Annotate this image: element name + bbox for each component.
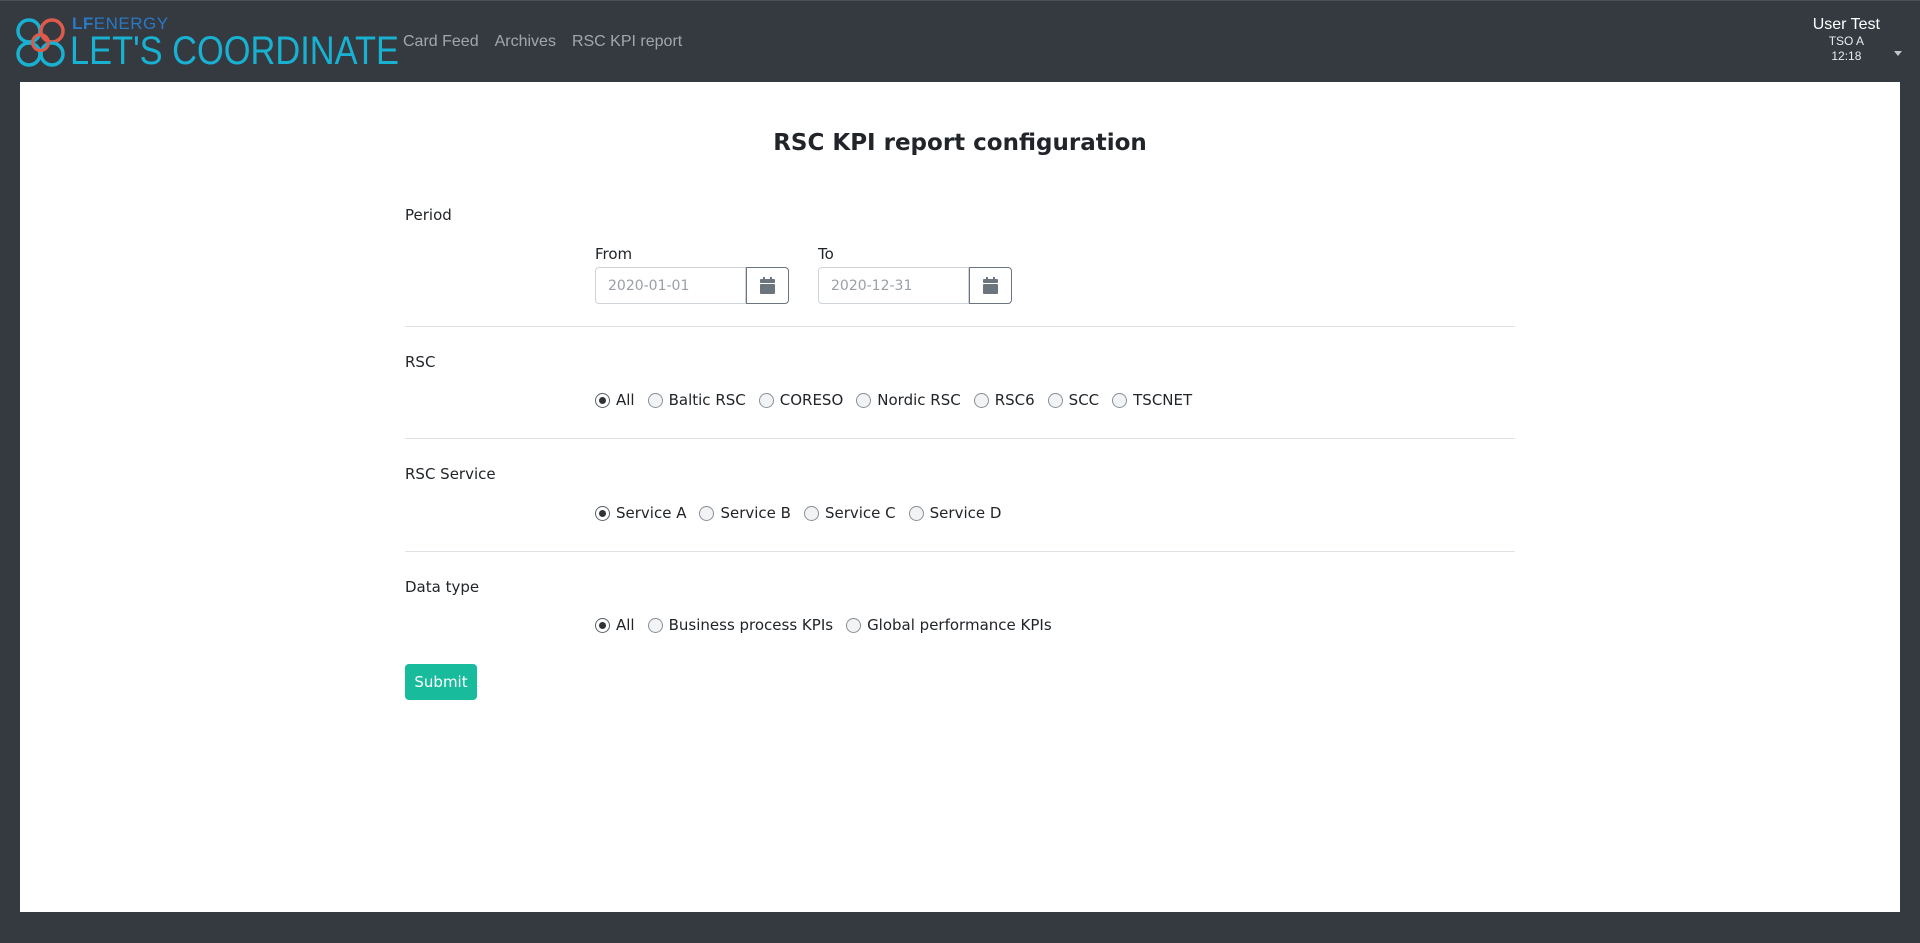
- radio-unchecked[interactable]: [908, 505, 924, 521]
- service-option-b[interactable]: Service B: [699, 503, 791, 523]
- clock-time: 12:18: [1831, 49, 1862, 63]
- submit-button[interactable]: Submit: [405, 664, 477, 700]
- rsc-option-scc[interactable]: SCC: [1047, 390, 1099, 410]
- app-wordmark: LET'S COORDINATE: [70, 29, 399, 73]
- section-divider: [405, 326, 1515, 327]
- rsc-option-coreso[interactable]: CORESO: [758, 390, 843, 410]
- rsc-option-nordic-rsc[interactable]: Nordic RSC: [856, 390, 961, 410]
- rsc-label: RSC: [405, 353, 436, 371]
- date-to-calendar-button[interactable]: [969, 267, 1012, 304]
- radio-unchecked[interactable]: [647, 392, 663, 408]
- user-name: User Test: [1812, 16, 1880, 33]
- rsc-option-all[interactable]: All: [595, 390, 635, 410]
- radio-unchecked[interactable]: [1112, 392, 1128, 408]
- logo-rings-icon: [16, 18, 65, 67]
- rsc-option-rsc6[interactable]: RSC6: [973, 390, 1035, 410]
- date-from-label: From: [595, 245, 633, 263]
- radio-unchecked[interactable]: [856, 392, 872, 408]
- radio-checked[interactable]: [595, 392, 610, 408]
- rsc-radio-group: All Baltic RSC CORESO Nordic RSC RSC6 SC…: [595, 390, 1205, 410]
- date-to-group: To: [818, 244, 1012, 304]
- page-title: RSC KPI report configuration: [773, 130, 1147, 156]
- main-nav: Card Feed Archives RSC KPI report: [403, 31, 682, 53]
- date-to-label: To: [818, 245, 834, 263]
- user-menu[interactable]: User Test TSO A 12:18: [1813, 15, 1880, 64]
- radio-checked[interactable]: [595, 505, 610, 521]
- section-divider: [405, 551, 1515, 552]
- radio-unchecked[interactable]: [973, 392, 989, 408]
- nav-archives[interactable]: Archives: [495, 31, 556, 53]
- radio-unchecked[interactable]: [846, 617, 862, 633]
- date-from-calendar-button[interactable]: [746, 267, 789, 304]
- rsc-option-tscnet[interactable]: TSCNET: [1112, 390, 1192, 410]
- navbar: LFENERGY LET'S COORDINATE Card Feed Arch…: [0, 0, 1920, 82]
- radio-unchecked[interactable]: [803, 505, 819, 521]
- service-radio-group: Service A Service B Service C Service D: [595, 503, 1014, 523]
- lets-coordinate-logo[interactable]: LFENERGY LET'S COORDINATE: [14, 15, 399, 71]
- data-type-option-global-performance[interactable]: Global performance KPIs: [846, 615, 1052, 635]
- radio-unchecked[interactable]: [647, 617, 663, 633]
- radio-unchecked[interactable]: [758, 392, 774, 408]
- date-from-input[interactable]: [595, 267, 746, 304]
- nav-card-feed[interactable]: Card Feed: [403, 31, 479, 53]
- data-type-label: Data type: [405, 578, 480, 596]
- radio-checked[interactable]: [595, 617, 610, 633]
- rsc-service-label: RSC Service: [405, 465, 496, 483]
- service-option-d[interactable]: Service D: [908, 503, 1001, 523]
- user-entity: TSO A: [1828, 34, 1865, 48]
- date-to-input[interactable]: [818, 267, 969, 304]
- caret-down-icon[interactable]: [1894, 51, 1902, 56]
- data-type-option-business-process[interactable]: Business process KPIs: [647, 615, 833, 635]
- section-divider: [405, 438, 1515, 439]
- date-from-group: From: [595, 244, 789, 304]
- main-content: RSC KPI report configuration Period From…: [20, 82, 1900, 912]
- service-option-c[interactable]: Service C: [803, 503, 896, 523]
- radio-unchecked[interactable]: [699, 505, 715, 521]
- radio-unchecked[interactable]: [1047, 392, 1063, 408]
- data-type-radio-group: All Business process KPIs Global perform…: [595, 615, 1065, 635]
- calendar-icon: [983, 277, 998, 294]
- calendar-icon: [760, 277, 775, 294]
- data-type-option-all[interactable]: All: [595, 615, 635, 635]
- rsc-option-baltic-rsc[interactable]: Baltic RSC: [647, 390, 746, 410]
- nav-rsc-kpi-report[interactable]: RSC KPI report: [572, 31, 682, 53]
- period-label: Period: [405, 206, 452, 224]
- service-option-a[interactable]: Service A: [595, 503, 686, 523]
